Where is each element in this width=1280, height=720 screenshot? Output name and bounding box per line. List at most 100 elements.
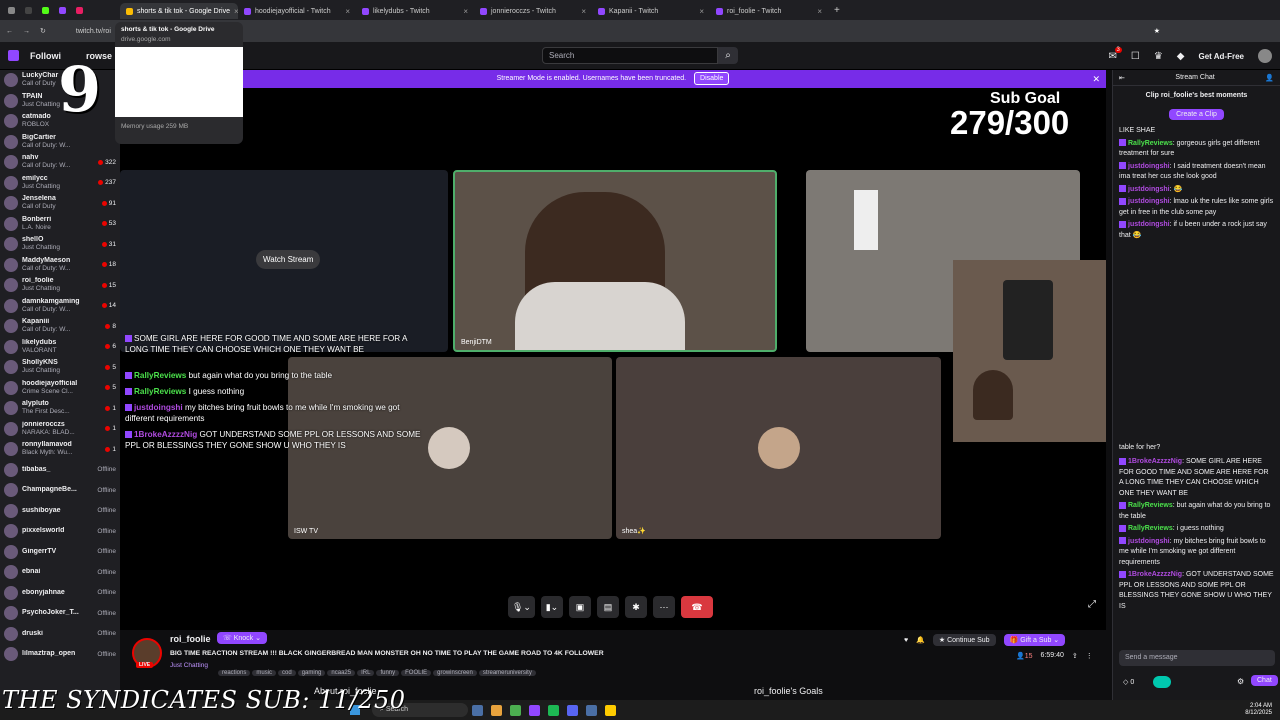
hype-icon[interactable]: [1153, 676, 1171, 688]
stream-tag[interactable]: music: [252, 670, 277, 676]
search-icon[interactable]: ⌕: [718, 47, 738, 64]
settings-icon[interactable]: ⚙: [1237, 677, 1244, 686]
url-field[interactable]: twitch.tv/roi: [76, 28, 111, 35]
bookmark-star-icon[interactable]: ★: [1154, 27, 1160, 35]
chat-send-button[interactable]: Chat: [1251, 675, 1278, 686]
sidebar-channel[interactable]: jonnierocczs NARAKA: BLAD... 1: [0, 419, 120, 440]
tab-hoodiejay[interactable]: hoodiejayofficial - Twitch ×: [238, 3, 356, 19]
create-clip-button[interactable]: Create a Clip: [1169, 109, 1224, 120]
stream-tag[interactable]: gaming: [297, 670, 326, 676]
twitch-logo-icon[interactable]: [8, 50, 19, 61]
forward-icon[interactable]: →: [23, 28, 30, 35]
sidebar-channel[interactable]: alypluto The First Desc... 1: [0, 398, 120, 419]
close-icon[interactable]: ✕: [1092, 70, 1100, 88]
close-icon[interactable]: ×: [345, 7, 350, 16]
taskbar-app-icon[interactable]: [510, 704, 521, 716]
stream-tag[interactable]: growinscreen: [433, 670, 477, 676]
sidebar-channel[interactable]: likelydubs VALORANT 6: [0, 337, 120, 358]
sidebar-channel[interactable]: MaddyMaeson Call of Duty: W... 18: [0, 255, 120, 276]
close-icon[interactable]: ×: [463, 7, 468, 16]
sidebar-channel[interactable]: GingerrTV Offline: [0, 542, 120, 563]
taskbar-app-icon[interactable]: [529, 704, 540, 716]
taskbar-clock[interactable]: 2:04 AM 8/12/2025: [1245, 703, 1272, 717]
tab-jonnierocczs[interactable]: jonnierocczs - Twitch ×: [474, 3, 592, 19]
hang-up-button[interactable]: ☎: [680, 596, 713, 618]
screen-share-button[interactable]: ▣: [568, 596, 591, 618]
tab-google-drive[interactable]: shorts & tik tok - Google Drive ×: [120, 3, 238, 19]
sidebar-channel[interactable]: shellO Just Chatting 31: [0, 234, 120, 255]
sidebar-channel[interactable]: ebonyjahnae Offline: [0, 583, 120, 604]
sidebar-channel[interactable]: Jenselena Call of Duty 91: [0, 193, 120, 214]
send-message-input[interactable]: Send a message: [1119, 650, 1275, 666]
gift-sub-button[interactable]: 🎁 Gift a Sub ⌄: [1003, 634, 1066, 646]
tab-roi-foolie[interactable]: roi_foolie - Twitch ×: [710, 3, 828, 19]
pinned-tab-icon[interactable]: [8, 6, 15, 14]
chat-username[interactable]: justdoingshi: [1128, 538, 1170, 545]
stream-tag[interactable]: FOOLIE: [401, 670, 432, 676]
share-icon[interactable]: ⇪: [1072, 652, 1078, 660]
inbox-icon[interactable]: ✉ 3: [1108, 46, 1122, 62]
close-icon[interactable]: ×: [817, 7, 822, 16]
watch-stream-button[interactable]: Watch Stream: [256, 250, 321, 269]
channel-name[interactable]: roi_foolie: [170, 634, 211, 644]
fullscreen-icon[interactable]: ⤢: [1088, 599, 1096, 610]
chat-username[interactable]: justdoingshi: [1128, 221, 1170, 228]
taskbar-app-icon[interactable]: [567, 704, 578, 716]
taskbar-app-icon[interactable]: [491, 704, 502, 716]
collapse-icon[interactable]: ⇤: [1119, 74, 1125, 82]
sidebar-channel[interactable]: damnkamgaming Call of Duty: W... 14: [0, 296, 120, 317]
reload-icon[interactable]: ↻: [40, 27, 46, 35]
sidebar-channel[interactable]: pixxelsworld Offline: [0, 521, 120, 542]
chat-username[interactable]: RallyReviews: [1128, 140, 1173, 147]
category-link[interactable]: Just Chatting: [170, 662, 208, 669]
stream-tag[interactable]: reactions: [218, 670, 251, 676]
taskbar-app-icon[interactable]: [548, 704, 559, 716]
disable-button[interactable]: Disable: [694, 72, 730, 85]
sidebar-channel[interactable]: nahv Call of Duty: W... 322: [0, 152, 120, 173]
sidebar-channel[interactable]: emilycc Just Chatting 237: [0, 173, 120, 194]
pinned-tab-icon[interactable]: [76, 6, 83, 14]
sidebar-channel[interactable]: sushiboyae Offline: [0, 501, 120, 522]
sidebar-channel[interactable]: druski Offline: [0, 624, 120, 645]
video-player[interactable]: Watch Stream BenjiDTM ISW TV shea✨ Sub G…: [120, 88, 1106, 630]
taskbar-app-icon[interactable]: [605, 704, 616, 716]
bits-icon[interactable]: ◆: [1177, 51, 1185, 62]
sidebar-channel[interactable]: ebnai Offline: [0, 562, 120, 583]
twitch-icon[interactable]: [59, 6, 66, 14]
close-icon[interactable]: ×: [699, 7, 704, 16]
prime-crown-icon[interactable]: ♛: [1154, 51, 1163, 62]
taskbar-app-icon[interactable]: [586, 704, 597, 716]
sidebar-channel[interactable]: ronnyllamavod Black Myth: Wu... 1: [0, 439, 120, 460]
pinned-tab-icon[interactable]: [25, 6, 32, 14]
stream-tag[interactable]: streameruniversity: [478, 670, 536, 676]
mute-mic-button[interactable]: 🎙⌄: [508, 596, 535, 618]
chat-username[interactable]: justdoingshi: [1128, 186, 1170, 193]
stream-tag[interactable]: funny: [376, 670, 400, 676]
taskbar-app-icon[interactable]: [472, 704, 483, 716]
get-ad-free-button[interactable]: Get Ad-Free: [1199, 52, 1245, 61]
stream-tag[interactable]: cod: [278, 670, 296, 676]
sidebar-channel[interactable]: hoodiejayofficial Crime Scene Cl... 5: [0, 378, 120, 399]
chat-username[interactable]: 1BrokeAzzzzNig: [1128, 571, 1182, 578]
search-input[interactable]: Search: [542, 47, 718, 64]
continue-sub-button[interactable]: ★ Continue Sub: [932, 634, 996, 646]
sidebar-channel[interactable]: roi_foolie Just Chatting 15: [0, 275, 120, 296]
knock-button[interactable]: ☏ Knock ⌄: [217, 632, 267, 644]
bell-icon[interactable]: 🔔: [916, 636, 925, 644]
pinned-tabs[interactable]: [0, 6, 120, 14]
new-tab-button[interactable]: +: [834, 5, 840, 16]
sidebar-channel[interactable]: lilmaztrap_open Offline: [0, 644, 120, 665]
sidebar-channel[interactable]: ShollyKNS Just Chatting 5: [0, 357, 120, 378]
close-icon[interactable]: ×: [581, 7, 586, 16]
camera-button[interactable]: ▮⌄: [540, 596, 563, 618]
sidebar-channel[interactable]: Kapaniii Call of Duty: W... 8: [0, 316, 120, 337]
channel-points[interactable]: ◇ 0: [1123, 678, 1134, 686]
tab-kapanii[interactable]: Kapanii - Twitch ×: [592, 3, 710, 19]
nav-following[interactable]: Followi: [30, 51, 61, 61]
sidebar-channel[interactable]: Bonberri L.A. Noire 53: [0, 214, 120, 235]
sidebar-channel[interactable]: PsychoJoker_T... Offline: [0, 603, 120, 624]
stream-tag[interactable]: ncaa25: [327, 670, 356, 676]
chat-username[interactable]: justdoingshi: [1128, 198, 1170, 205]
heart-icon[interactable]: ♥: [904, 637, 908, 644]
activity-button[interactable]: ▤: [596, 596, 619, 618]
